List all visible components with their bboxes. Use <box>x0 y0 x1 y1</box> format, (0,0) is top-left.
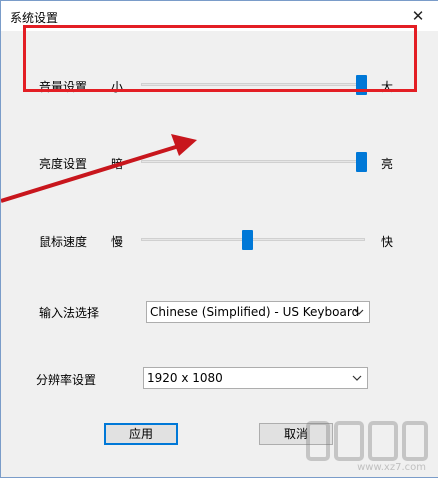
input-method-value: Chinese (Simplified) - US Keyboard <box>150 305 360 319</box>
mouse-speed-label: 鼠标速度 <box>39 235 88 249</box>
chevron-down-icon <box>354 309 364 315</box>
chevron-down-icon <box>352 375 362 381</box>
watermark-logo-icon <box>306 421 428 461</box>
watermark: www.xz7.com <box>304 419 432 473</box>
brightness-slider-thumb[interactable] <box>356 152 367 172</box>
resolution-value: 1920 x 1080 <box>147 371 223 385</box>
brightness-slider-track <box>141 160 365 163</box>
mouse-speed-slider-track <box>141 238 365 241</box>
resolution-select[interactable]: 1920 x 1080 <box>143 367 368 389</box>
resolution-label: 分辨率设置 <box>36 373 97 387</box>
mouse-speed-min-label: 慢 <box>111 235 124 249</box>
apply-button[interactable]: 应用 <box>104 423 178 445</box>
input-method-label: 输入法选择 <box>39 306 100 320</box>
brightness-max-label: 亮 <box>381 157 394 171</box>
watermark-text: www.xz7.com <box>357 462 426 473</box>
settings-window: 系统设置 ✕ 音量设置 小 大 亮度设置 暗 亮 鼠标速度 慢 快 输入法选择 <box>0 0 438 478</box>
mouse-speed-slider-thumb[interactable] <box>241 230 253 250</box>
mouse-speed-slider[interactable] <box>141 230 365 250</box>
input-method-select[interactable]: Chinese (Simplified) - US Keyboard <box>146 301 370 323</box>
highlight-annotation <box>23 25 417 92</box>
mouse-speed-max-label: 快 <box>381 235 394 249</box>
dialog-client-area: 音量设置 小 大 亮度设置 暗 亮 鼠标速度 慢 快 输入法选择 Chinese… <box>1 31 438 477</box>
brightness-slider[interactable] <box>141 152 367 172</box>
window-title: 系统设置 <box>10 11 59 25</box>
close-icon: ✕ <box>411 7 425 25</box>
brightness-label: 亮度设置 <box>39 157 88 171</box>
brightness-min-label: 暗 <box>111 157 124 171</box>
